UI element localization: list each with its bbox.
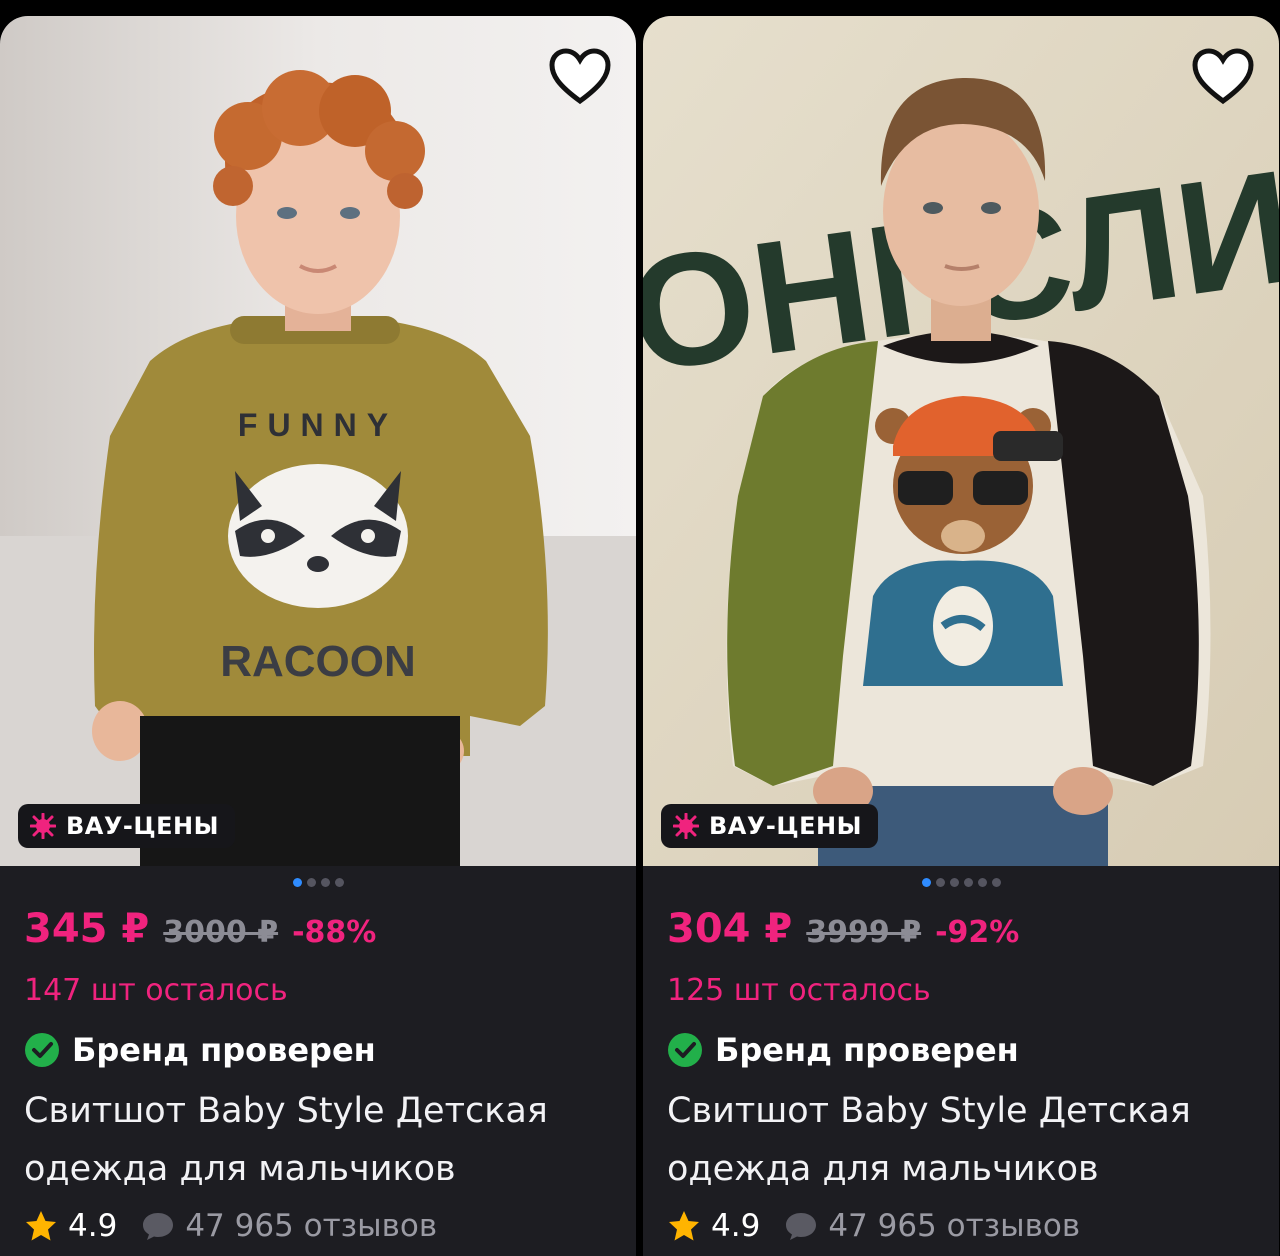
- pagination-dot[interactable]: [949, 878, 959, 887]
- promo-badge-label: ВАУ-ЦЕНЫ: [709, 812, 862, 840]
- image-pagination[interactable]: [0, 878, 636, 887]
- pagination-dot[interactable]: [334, 878, 344, 887]
- rating-value: 4.9: [711, 1208, 761, 1244]
- pagination-dot[interactable]: [921, 878, 931, 887]
- stock-left: 125 шт осталось: [667, 973, 931, 1008]
- product-card-2[interactable]: ЛОНГСЛИВ: [643, 16, 1279, 1256]
- current-price: 304 ₽: [667, 906, 793, 952]
- favorite-heart-icon[interactable]: [548, 44, 612, 108]
- sparkle-icon: [673, 813, 699, 839]
- sweater-print-bottom: RACOON: [220, 637, 416, 686]
- reviews-count: 47 965 отзывов: [828, 1208, 1081, 1244]
- promo-badge-label: ВАУ-ЦЕНЫ: [66, 812, 219, 840]
- pagination-dot[interactable]: [306, 878, 316, 887]
- pagination-dot[interactable]: [292, 878, 302, 887]
- stock-left: 147 шт осталось: [24, 973, 288, 1008]
- brand-verified: Бренд проверен: [24, 1020, 626, 1080]
- product-card-1[interactable]: FUNNY RACOON ВАУ-ЦЕНЫ 345 ₽ 3000 ₽ -88% …: [0, 16, 636, 1256]
- pagination-dot[interactable]: [991, 878, 1001, 887]
- image-pagination[interactable]: [643, 878, 1279, 887]
- promo-badge: ВАУ-ЦЕНЫ: [661, 804, 878, 848]
- product-info: 304 ₽ 3999 ₽ -92% 125 шт осталось Бренд …: [667, 906, 1269, 1252]
- current-price: 345 ₽: [24, 906, 150, 952]
- star-icon: [669, 1211, 699, 1241]
- rating-row: 4.9 47 965 отзывов: [667, 1200, 1269, 1252]
- product-title-line: Свитшот Baby Style Детская: [667, 1091, 1191, 1131]
- product-info: 345 ₽ 3000 ₽ -88% 147 шт осталось Бренд …: [24, 906, 626, 1252]
- sweater-print-top: FUNNY: [238, 407, 398, 443]
- pagination-dot[interactable]: [320, 878, 330, 887]
- brand-verified-label: Бренд проверен: [715, 1031, 1019, 1069]
- product-title-line: одежда для мальчиков: [667, 1149, 1099, 1189]
- brand-verified-label: Бренд проверен: [72, 1031, 376, 1069]
- price-row: 345 ₽ 3000 ₽ -88%: [24, 906, 626, 962]
- reviews[interactable]: 47 965 отзывов: [784, 1208, 1080, 1244]
- comment-icon: [143, 1213, 174, 1240]
- rating-value: 4.9: [68, 1208, 118, 1244]
- old-price: 3999 ₽: [806, 915, 922, 950]
- pagination-dot[interactable]: [935, 878, 945, 887]
- discount: -92%: [935, 915, 1020, 950]
- old-price: 3000 ₽: [163, 915, 279, 950]
- pagination-dot[interactable]: [977, 878, 987, 887]
- product-title-line: Свитшот Baby Style Детская: [24, 1091, 548, 1131]
- rating-row: 4.9 47 965 отзывов: [24, 1200, 626, 1252]
- sparkle-icon: [30, 813, 56, 839]
- check-circle-icon: [668, 1033, 702, 1067]
- product-title-line: одежда для мальчиков: [24, 1149, 456, 1189]
- favorite-heart-icon[interactable]: [1191, 44, 1255, 108]
- discount: -88%: [292, 915, 377, 950]
- pagination-dot[interactable]: [963, 878, 973, 887]
- price-row: 304 ₽ 3999 ₽ -92%: [667, 906, 1269, 962]
- reviews[interactable]: 47 965 отзывов: [141, 1208, 437, 1244]
- product-title[interactable]: Свитшот Baby Style Детская одежда для ма…: [24, 1082, 626, 1198]
- product-photo[interactable]: FUNNY RACOON: [0, 16, 636, 866]
- comment-icon: [786, 1213, 817, 1240]
- reviews-count: 47 965 отзывов: [185, 1208, 438, 1244]
- brand-verified: Бренд проверен: [667, 1020, 1269, 1080]
- promo-badge: ВАУ-ЦЕНЫ: [18, 804, 235, 848]
- product-photo[interactable]: ЛОНГСЛИВ: [643, 16, 1279, 866]
- product-title[interactable]: Свитшот Baby Style Детская одежда для ма…: [667, 1082, 1269, 1198]
- check-circle-icon: [25, 1033, 59, 1067]
- star-icon: [26, 1211, 56, 1241]
